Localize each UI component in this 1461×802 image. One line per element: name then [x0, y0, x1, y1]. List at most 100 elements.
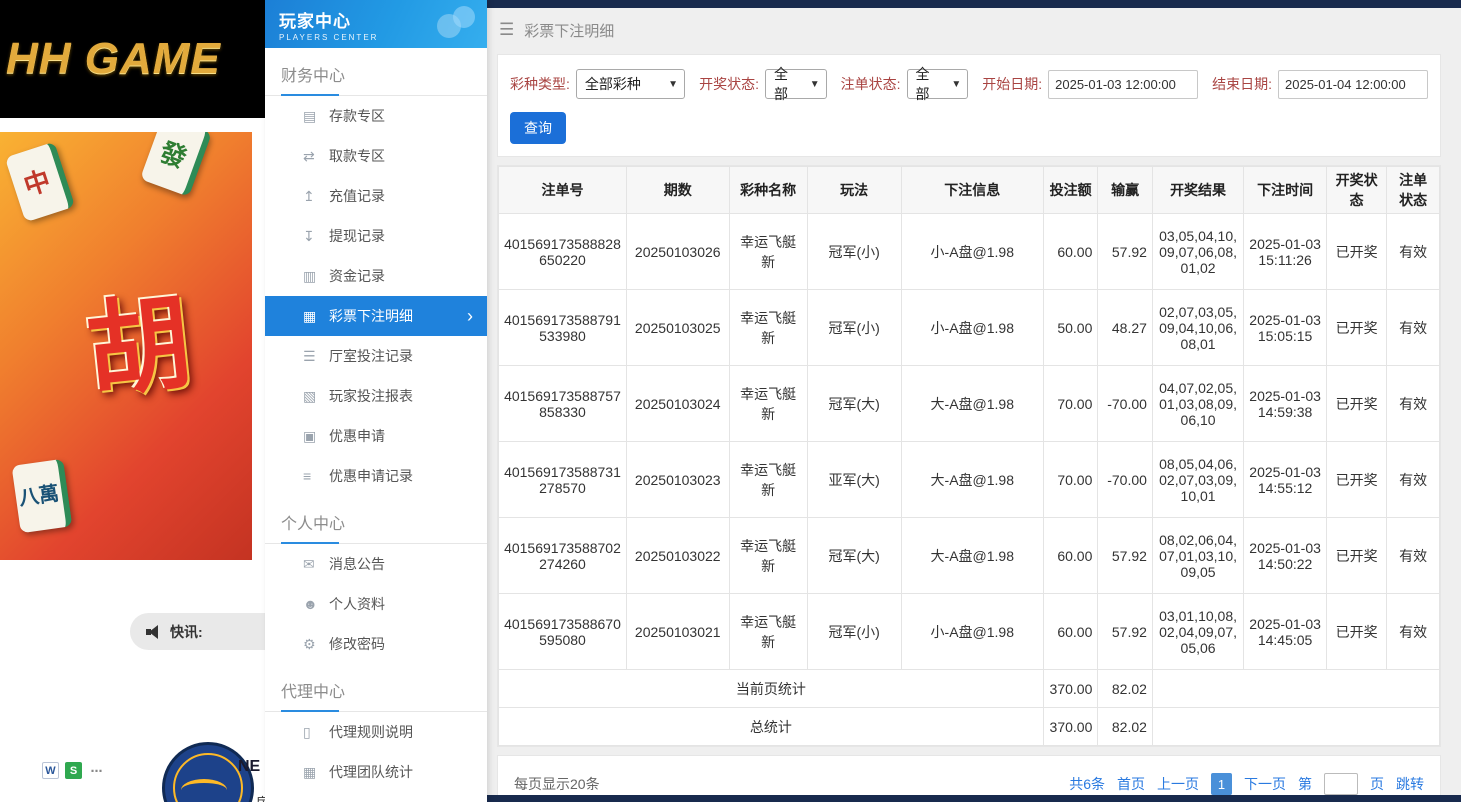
menu-toggle-icon[interactable]: ☰: [499, 20, 514, 40]
sidebar-item-label: 提现记录: [329, 226, 385, 246]
lottery-bet-detail-icon: ▦: [303, 308, 329, 325]
sidebar-item-label: 彩票下注明细: [329, 306, 413, 326]
cell-lottery-name: 幸运飞艇新: [729, 214, 807, 290]
cell-bet-amount: 60.00: [1043, 594, 1098, 670]
sidebar-item-link[interactable]: ▦代理团队统计: [265, 752, 487, 792]
lottery-type-value: 全部彩种: [585, 74, 641, 94]
cell-lottery-name: 幸运飞艇新: [729, 518, 807, 594]
gear-icon: ⚙: [303, 636, 329, 653]
cell-bet-amount: 70.00: [1043, 442, 1098, 518]
sidebar-item-label: 优惠申请记录: [329, 466, 413, 486]
footer-sub-text: 房: [256, 792, 265, 802]
cell-bet-info: 大-A盘@1.98: [901, 366, 1043, 442]
draw-status-label: 开奖状态:: [699, 74, 759, 94]
sidebar-item-label: 代理团队统计: [329, 762, 413, 782]
cell-bet-amount: 50.00: [1043, 290, 1098, 366]
cell-draw-status: 已开奖: [1327, 290, 1387, 366]
column-header: 期数: [626, 167, 729, 214]
cell-bet-status: 有效: [1387, 366, 1440, 442]
sidebar-item-link[interactable]: ↧提现记录: [265, 216, 487, 256]
news-ticker: 快讯:: [130, 613, 265, 650]
column-header: 开奖结果: [1152, 167, 1243, 214]
section-label: 财务中心: [265, 48, 487, 96]
hu-character: 胡: [78, 257, 197, 418]
sidebar-item-label: 消息公告: [329, 554, 385, 574]
main-content: ☰ 彩票下注明细 彩种类型: 全部彩种 ▼ 开奖状态: 全部 ▼ 注单状态: 全…: [487, 0, 1461, 802]
jump-page-input[interactable]: [1324, 773, 1358, 795]
cell-bet-time: 2025-01-03 14:59:38: [1244, 366, 1327, 442]
sidebar-item-link[interactable]: ▣优惠申请: [265, 416, 487, 456]
cell-bet-info: 大-A盘@1.98: [901, 442, 1043, 518]
sidebar-item-link[interactable]: ▯代理规则说明: [265, 712, 487, 752]
cell-lottery-name: 幸运飞艇新: [729, 442, 807, 518]
sidebar-item-link[interactable]: ▧玩家投注报表: [265, 376, 487, 416]
cell-bet-no: 401569173588791533980: [499, 290, 627, 366]
column-header: 彩种名称: [729, 167, 807, 214]
order-status-label: 注单状态:: [841, 74, 901, 94]
logo-block: HH GAME: [0, 0, 265, 118]
table-row: 40156917358870227426020250103022幸运飞艇新冠军(…: [499, 518, 1440, 594]
sidebar-item-active[interactable]: ▦彩票下注明细 ›: [265, 296, 487, 336]
column-header: 下注信息: [901, 167, 1043, 214]
cell-period: 20250103023: [626, 442, 729, 518]
table-row: 40156917358879153398020250103025幸运飞艇新冠军(…: [499, 290, 1440, 366]
chevron-right-icon: ›: [467, 307, 487, 325]
page-title: 彩票下注明细: [524, 20, 614, 41]
stats-empty: [1152, 670, 1439, 708]
sidebar-item-label: 优惠申请: [329, 426, 385, 446]
current-page-badge[interactable]: 1: [1211, 773, 1232, 795]
gamepad-icon: [437, 6, 477, 40]
cell-play-type: 冠军(大): [807, 366, 901, 442]
sidebar-header: 玩家中心 PLAYERS CENTER: [265, 0, 487, 48]
next-page-link[interactable]: 下一页: [1244, 774, 1286, 794]
end-date-input[interactable]: [1278, 70, 1428, 99]
first-page-link[interactable]: 首页: [1117, 774, 1145, 794]
sidebar-item-link[interactable]: ▥资金记录: [265, 256, 487, 296]
draw-status-select[interactable]: 全部 ▼: [765, 69, 827, 99]
sidebar-item-link[interactable]: ✉消息公告: [265, 544, 487, 584]
bets-table-panel: 注单号期数彩种名称玩法下注信息投注额输赢开奖结果下注时间开奖状态注单状态 401…: [497, 165, 1441, 747]
more-icon: ⋯: [88, 762, 105, 779]
cell-bet-status: 有效: [1387, 442, 1440, 518]
cell-bet-info: 小-A盘@1.98: [901, 594, 1043, 670]
sidebar-item-link[interactable]: ▤存款专区: [265, 96, 487, 136]
user-icon: ☻: [303, 596, 329, 612]
cell-bet-amount: 60.00: [1043, 214, 1098, 290]
ticker-label: 快讯:: [170, 622, 203, 642]
sidebar-item-link[interactable]: ⚙修改密码: [265, 624, 487, 664]
cell-bet-status: 有效: [1387, 214, 1440, 290]
stats-winloss-total: 82.02: [1098, 708, 1153, 746]
start-date-label: 开始日期:: [982, 74, 1042, 94]
cell-draw-result: 02,07,03,05,09,04,10,06,08,01: [1152, 290, 1243, 366]
left-footer: NE 房 WS⋯: [0, 650, 265, 802]
filter-panel: 彩种类型: 全部彩种 ▼ 开奖状态: 全部 ▼ 注单状态: 全部 ▼ 开始日期:…: [497, 54, 1441, 157]
table-header-row: 注单号期数彩种名称玩法下注信息投注额输赢开奖结果下注时间开奖状态注单状态: [499, 167, 1440, 214]
withdraw-icon: ⇄: [303, 148, 329, 165]
cell-play-type: 冠军(小): [807, 290, 901, 366]
table-row: 40156917358875785833020250103024幸运飞艇新冠军(…: [499, 366, 1440, 442]
cell-win-loss: 57.92: [1098, 518, 1153, 594]
order-status-select[interactable]: 全部 ▼: [907, 69, 969, 99]
sidebar-item-link[interactable]: ≡优惠申请记录: [265, 456, 487, 496]
start-date-input[interactable]: [1048, 70, 1198, 99]
jump-button[interactable]: 跳转: [1396, 774, 1424, 794]
hall-bet-record-icon: ☰: [303, 348, 329, 365]
sidebar-item-link[interactable]: ↥充值记录: [265, 176, 487, 216]
background-site-panel: HH GAME 中 發 八萬 胡 快讯: NE 房 WS⋯: [0, 0, 265, 802]
sidebar-item-link[interactable]: ⇄取款专区: [265, 136, 487, 176]
cell-bet-no: 401569173588702274260: [499, 518, 627, 594]
lottery-type-select[interactable]: 全部彩种 ▼: [576, 69, 685, 99]
cell-win-loss: 57.92: [1098, 594, 1153, 670]
cell-draw-status: 已开奖: [1327, 366, 1387, 442]
taskbar-icons: WS⋯: [42, 762, 105, 779]
cell-win-loss: 48.27: [1098, 290, 1153, 366]
query-button[interactable]: 查询: [510, 112, 566, 144]
column-header: 注单状态: [1387, 167, 1440, 214]
sidebar-menu: 财务中心▤存款专区⇄取款专区↥充值记录↧提现记录▥资金记录 ▦彩票下注明细 › ☰厅室…: [265, 48, 487, 792]
end-date-label: 结束日期:: [1212, 74, 1272, 94]
cell-draw-result: 04,07,02,05,01,03,08,09,06,10: [1152, 366, 1243, 442]
sidebar-item-link[interactable]: ☻个人资料: [265, 584, 487, 624]
sidebar-item-link[interactable]: ☰厅室投注记录: [265, 336, 487, 376]
prev-page-link[interactable]: 上一页: [1157, 774, 1199, 794]
agent-rules-icon: ▯: [303, 724, 329, 741]
